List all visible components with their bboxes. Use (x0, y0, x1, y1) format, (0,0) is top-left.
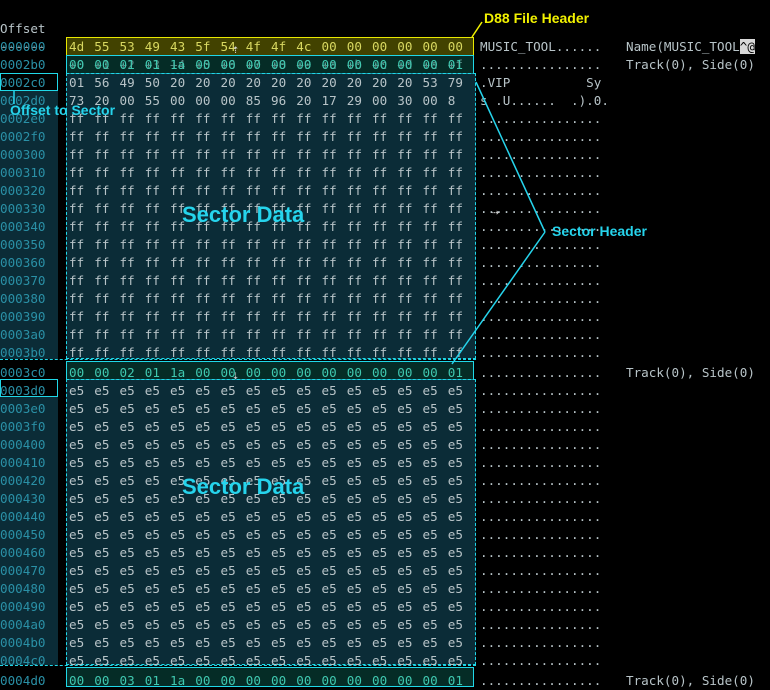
offset-to-sector-label: Offset to Sector (10, 102, 116, 118)
annotation-lines (13, 21, 546, 365)
cursor-right-icon: ⇢ (492, 205, 500, 219)
file-header-label: D88 File Header (484, 10, 590, 26)
sector-data-label-2: Sector Data (182, 474, 305, 499)
sector-data-label-1: Sector Data (182, 202, 305, 227)
sector-header-label: Sector Header (552, 223, 647, 239)
cursor-down-icon: ⇣ (232, 368, 240, 382)
cursor-up-icon: ⇡ (232, 42, 240, 56)
